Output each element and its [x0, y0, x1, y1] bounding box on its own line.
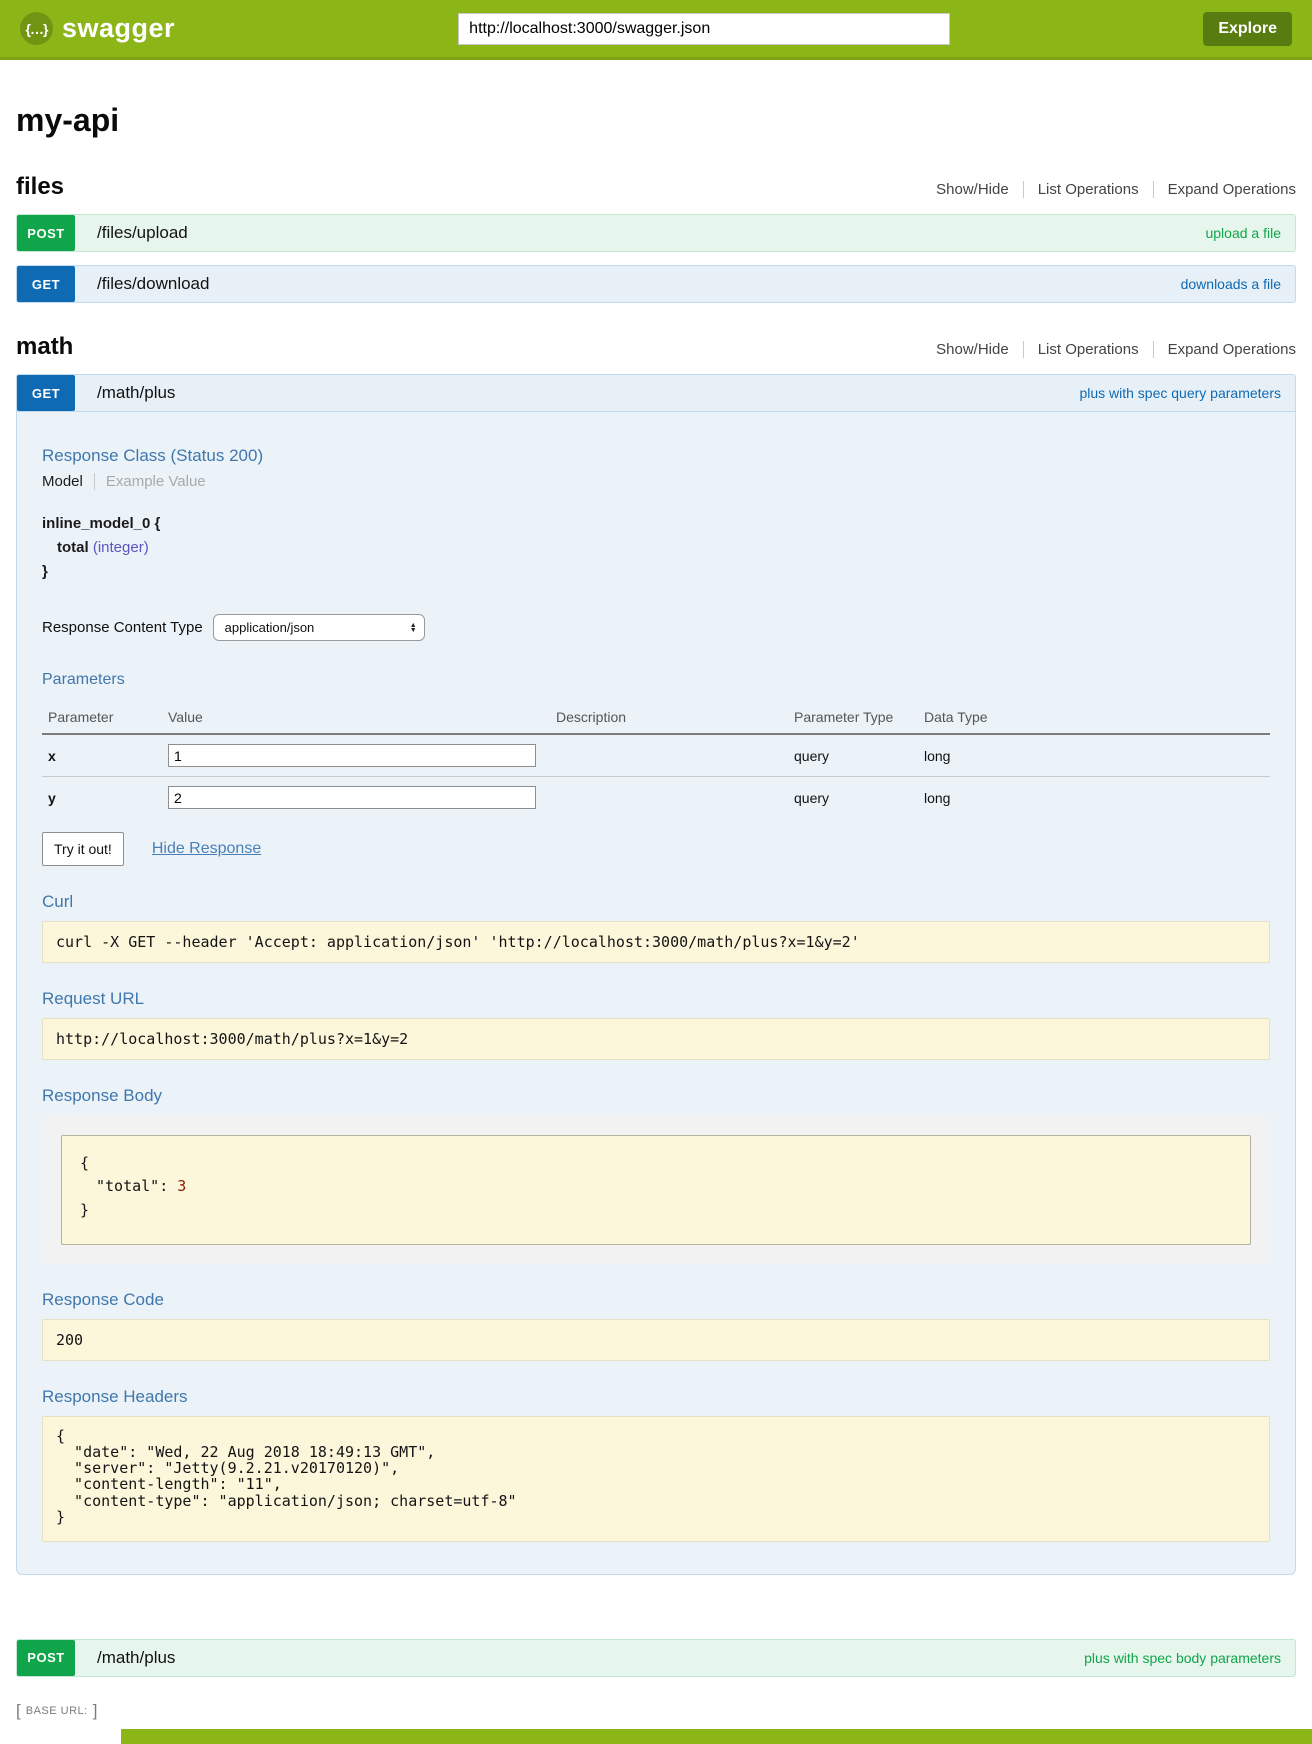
brand-text: swagger: [62, 13, 175, 44]
param-type: query: [794, 777, 924, 819]
main-content: my-api files Show/Hide List Operations E…: [16, 102, 1296, 1721]
param-name: y: [42, 777, 168, 819]
param-name: x: [42, 734, 168, 777]
response-headers: { "date": "Wed, 22 Aug 2018 18:49:13 GMT…: [42, 1416, 1270, 1542]
try-it-out-button[interactable]: Try it out!: [42, 832, 124, 866]
files-section-title: files: [16, 173, 64, 201]
response-content-type-value: application/json: [225, 620, 315, 635]
swagger-braces-icon: {…}: [20, 12, 53, 45]
swagger-logo[interactable]: {…} swagger: [20, 12, 175, 45]
model-signature: inline_model_0 { total (integer) }: [42, 512, 1270, 584]
select-arrows-icon: ▲▼: [392, 623, 417, 633]
response-headers-json: { "date": "Wed, 22 Aug 2018 18:49:13 GMT…: [56, 1428, 1256, 1525]
param-row-x: x query long: [42, 734, 1270, 777]
explore-button[interactable]: Explore: [1203, 12, 1292, 46]
operation-details-panel: Response Class (Status 200) Model Exampl…: [16, 412, 1296, 1575]
endpoint-post-math-plus: POST /math/plus plus with spec body para…: [16, 1639, 1296, 1677]
response-code-heading: Response Code: [42, 1290, 1270, 1310]
param-x-input[interactable]: [168, 744, 536, 767]
parameters-table: Parameter Value Description Parameter Ty…: [42, 703, 1270, 818]
math-section-title: math: [16, 333, 73, 361]
tab-model[interactable]: Model: [42, 473, 83, 490]
param-type: query: [794, 734, 924, 777]
files-section-header: files Show/Hide List Operations Expand O…: [16, 173, 1296, 201]
files-show-hide-link[interactable]: Show/Hide: [922, 181, 1023, 198]
response-body: { "total": 3 }: [61, 1135, 1251, 1245]
response-headers-heading: Response Headers: [42, 1387, 1270, 1407]
json-close-brace: }: [80, 1199, 1232, 1222]
endpoint-path-link[interactable]: /math/plus: [97, 383, 175, 403]
param-y-input[interactable]: [168, 786, 536, 809]
actions-row: Try it out! Hide Response: [42, 832, 1270, 866]
page-title: my-api: [16, 102, 1296, 139]
get-method-badge: GET: [17, 375, 75, 411]
model-property-name: total: [57, 539, 89, 556]
model-close: }: [42, 560, 1270, 584]
math-section-controls: Show/Hide List Operations Expand Operati…: [922, 341, 1296, 358]
endpoint-path-link[interactable]: /files/upload: [97, 223, 188, 243]
base-url-open-bracket: [: [16, 1701, 21, 1721]
endpoint-get-math-plus: GET /math/plus plus with spec query para…: [16, 374, 1296, 412]
param-row-y: y query long: [42, 777, 1270, 819]
endpoint-summary-link[interactable]: downloads a file: [1181, 276, 1281, 292]
col-parameter: Parameter: [42, 703, 168, 734]
param-description: [556, 777, 794, 819]
response-class-heading: Response Class (Status 200): [42, 446, 1270, 466]
spec-url-wrap: [175, 13, 1203, 45]
curl-heading: Curl: [42, 892, 1270, 912]
files-section-controls: Show/Hide List Operations Expand Operati…: [922, 181, 1296, 198]
endpoint-summary-link[interactable]: upload a file: [1205, 225, 1281, 241]
model-property-type: (integer): [93, 539, 149, 556]
response-content-type-label: Response Content Type: [42, 619, 203, 636]
col-value: Value: [168, 703, 556, 734]
base-url-footer: [ BASE URL: ]: [16, 1701, 1296, 1721]
footer-bar: [121, 1729, 1312, 1744]
math-show-hide-link[interactable]: Show/Hide: [922, 341, 1023, 358]
base-url-close-bracket: ]: [93, 1701, 98, 1721]
col-data-type: Data Type: [924, 703, 1270, 734]
model-open: inline_model_0 {: [42, 512, 1270, 536]
response-content-type-row: Response Content Type application/json ▲…: [42, 614, 1270, 641]
parameters-heading: Parameters: [42, 671, 1270, 689]
endpoint-get-files-download: GET /files/download downloads a file: [16, 265, 1296, 303]
endpoint-summary-link[interactable]: plus with spec body parameters: [1084, 1650, 1281, 1666]
post-method-badge: POST: [17, 215, 75, 251]
request-url: http://localhost:3000/math/plus?x=1&y=2: [42, 1018, 1270, 1060]
json-key: "total":: [96, 1177, 168, 1195]
endpoint-post-files-upload: POST /files/upload upload a file: [16, 214, 1296, 252]
param-description: [556, 734, 794, 777]
post-method-badge: POST: [17, 1640, 75, 1676]
curl-command: curl -X GET --header 'Accept: applicatio…: [42, 921, 1270, 963]
param-data-type: long: [924, 734, 1270, 777]
endpoint-summary-link[interactable]: plus with spec query parameters: [1079, 385, 1281, 401]
param-data-type: long: [924, 777, 1270, 819]
endpoint-path-link[interactable]: /files/download: [97, 274, 209, 294]
col-description: Description: [556, 703, 794, 734]
response-body-wrapper: { "total": 3 }: [42, 1116, 1270, 1264]
parameters-header-row: Parameter Value Description Parameter Ty…: [42, 703, 1270, 734]
model-property: total (integer): [57, 536, 1270, 560]
response-body-heading: Response Body: [42, 1086, 1270, 1106]
math-section-header: math Show/Hide List Operations Expand Op…: [16, 333, 1296, 361]
base-url-label: BASE URL:: [26, 1705, 88, 1717]
header-bar: {…} swagger Explore: [0, 0, 1312, 60]
math-list-operations-link[interactable]: List Operations: [1023, 341, 1153, 358]
json-open-brace: {: [80, 1152, 1232, 1175]
math-expand-operations-link[interactable]: Expand Operations: [1153, 341, 1296, 358]
tab-example-value[interactable]: Example Value: [94, 473, 206, 490]
hide-response-link[interactable]: Hide Response: [152, 840, 261, 858]
spec-url-input[interactable]: [458, 13, 950, 45]
files-list-operations-link[interactable]: List Operations: [1023, 181, 1153, 198]
request-url-heading: Request URL: [42, 989, 1270, 1009]
response-code: 200: [42, 1319, 1270, 1361]
model-tabs: Model Example Value: [42, 473, 1270, 490]
files-expand-operations-link[interactable]: Expand Operations: [1153, 181, 1296, 198]
col-parameter-type: Parameter Type: [794, 703, 924, 734]
response-content-type-select[interactable]: application/json ▲▼: [213, 614, 425, 641]
endpoint-path-link[interactable]: /math/plus: [97, 1648, 175, 1668]
json-total-line: "total": 3: [80, 1175, 1232, 1198]
json-value: 3: [177, 1177, 186, 1195]
get-method-badge: GET: [17, 266, 75, 302]
